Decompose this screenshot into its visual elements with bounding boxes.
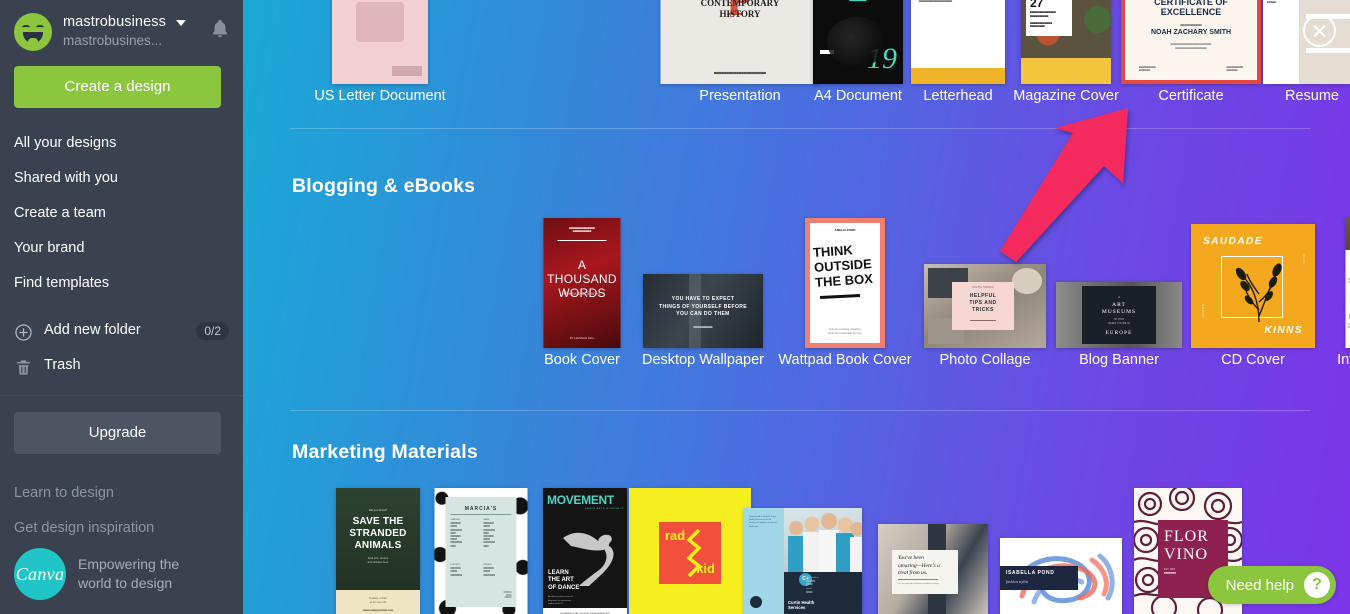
thumb-text: You've been bbox=[898, 555, 924, 561]
template-label: Blog Banner bbox=[1079, 352, 1159, 368]
plus-circle-icon bbox=[14, 321, 33, 341]
template-thumbnail[interactable]: AMELIA POND THINK OUTSIDE THE BOX A book… bbox=[805, 218, 885, 348]
thumb-text: FLOR bbox=[1164, 528, 1209, 545]
sidebar-secondary-nav: Learn to design Get design inspiration bbox=[0, 476, 243, 546]
thumb-text: VINO bbox=[1164, 546, 1208, 563]
need-help-button[interactable]: Need help ? bbox=[1207, 566, 1336, 604]
template-label: US Letter Document bbox=[314, 88, 446, 104]
sidebar-item-shared-with-you[interactable]: Shared with you bbox=[0, 161, 243, 196]
sidebar-item-all-your-designs[interactable]: All your designs bbox=[0, 126, 243, 161]
need-help-label: Need help bbox=[1225, 576, 1294, 594]
thumb-text: OF DANCE bbox=[548, 584, 580, 591]
account-row[interactable]: mastrobusiness mastrobusines... bbox=[0, 0, 243, 52]
thumb-text: TIPS AND bbox=[969, 300, 997, 306]
sidebar-nav: All your designs Shared with you Create … bbox=[0, 126, 243, 383]
canva-tagline: Empowering the world to design bbox=[78, 555, 179, 593]
thumb-text: COFFEE bbox=[1346, 227, 1350, 234]
thumb-text: ISABELLA POND bbox=[1006, 570, 1055, 576]
section-divider bbox=[290, 128, 1310, 129]
thumb-text: fashion stylist bbox=[1006, 579, 1029, 584]
question-mark-icon: ? bbox=[1304, 572, 1330, 598]
thumb-text: Curtin Health Services bbox=[788, 599, 815, 610]
thumb-text: YOU HAVE TO EXPECT bbox=[671, 296, 735, 302]
thumb-text: LEARN bbox=[548, 569, 569, 576]
thumb-text: TRICKS bbox=[972, 307, 994, 313]
canva-tagline-line1: Empowering the bbox=[78, 556, 180, 573]
thumb-text: SAUDADE bbox=[1203, 236, 1263, 247]
sidebar-item-find-templates[interactable]: Find templates bbox=[0, 266, 243, 301]
account-email: mastrobusines... bbox=[63, 33, 163, 49]
sidebar: mastrobusiness mastrobusines... Create a… bbox=[0, 0, 243, 614]
template-thumbnail[interactable]: ▄▄▄▄▄▄▄▄▄▄▄▄▄▄▄▄▄▄▄▄▄▄▄▄▄▄▄▄▄▄▄▄▄▄▄▄▄▄▄▄… bbox=[332, 0, 428, 84]
template-thumbnail[interactable]: DIGITAL TRENDS HELPFUL TIPS AND TRICKS bbox=[924, 264, 1046, 348]
sidebar-item-create-a-team[interactable]: Create a team bbox=[0, 196, 243, 231]
template-tile[interactable]: ▄▄▄▄▄▄▄▄▄▄▄▄▄▄▄▄▄▄▄▄▄▄▄▄▄▄▄▄▄▄▄▄▄▄▄▄▄▄▄▄… bbox=[290, 0, 470, 106]
sidebar-item-your-brand[interactable]: Your brand bbox=[0, 231, 243, 266]
sidebar-item-get-design-inspiration[interactable]: Get design inspiration bbox=[0, 511, 243, 546]
chevron-down-icon[interactable] bbox=[176, 19, 187, 26]
thumb-text: THE ART bbox=[548, 577, 574, 583]
template-label: Desktop Wallpaper bbox=[642, 352, 764, 368]
templates-panel: ▄▄▄▄▄▄▄▄▄▄▄▄▄▄▄▄▄▄▄▄▄▄▄▄▄▄▄▄▄▄▄▄▄▄▄▄▄▄▄▄… bbox=[243, 0, 1350, 614]
thumb-text: treat from us. bbox=[898, 570, 928, 576]
close-icon[interactable] bbox=[1303, 14, 1336, 47]
thumb-text: THINGS OF YOURSELF BEFORE bbox=[659, 303, 747, 310]
template-thumbnail[interactable]: YOU HAVE TO EXPECT THINGS OF YOURSELF BE… bbox=[643, 274, 763, 348]
sidebar-item-learn-to-design[interactable]: Learn to design bbox=[0, 476, 243, 511]
sidebar-divider bbox=[0, 395, 243, 396]
thumb-text: amazing—Here's a bbox=[898, 562, 940, 569]
sidebar-item-label: Add new folder bbox=[44, 322, 141, 338]
sidebar-item-trash[interactable]: Trash bbox=[0, 348, 243, 383]
template-label: Certificate bbox=[1158, 88, 1224, 104]
template-label: CD Cover bbox=[1221, 352, 1285, 368]
section-divider bbox=[290, 410, 1310, 411]
template-label: Wattpad Book Cover bbox=[778, 352, 912, 368]
template-label: Photo Collage bbox=[939, 352, 1031, 368]
template-tile[interactable]: COFFEE ▄▄▄▄▄▄▄▄▄▄▄▄▄▄▄▄▄▄▄▄▄▄▄▄▄ ▄▄▄▄▄▄▄… bbox=[1283, 218, 1350, 370]
account-name: mastrobusiness bbox=[63, 14, 166, 31]
section-title-blogging: Blogging & eBooks bbox=[292, 175, 476, 197]
canva-logo-text: Canva bbox=[15, 563, 65, 584]
sidebar-item-label: Trash bbox=[44, 357, 81, 373]
thumb-text: THE BOX bbox=[814, 270, 874, 290]
canva-footer: Canva Empowering the world to design bbox=[14, 548, 179, 600]
thumb-text: A THOUSAND bbox=[547, 258, 617, 286]
template-thumbnail[interactable]: COFFEE ▄▄▄▄▄▄▄▄▄▄▄▄▄▄▄▄▄▄▄▄▄▄▄▄▄ ▄▄▄▄▄▄▄… bbox=[1345, 218, 1350, 348]
template-label: Book Cover bbox=[544, 352, 620, 368]
smiley-avatar-icon bbox=[14, 12, 52, 51]
sidebar-item-add-new-folder[interactable]: Add new folder 0/2 bbox=[0, 313, 243, 348]
thumb-text: YOU CAN DO THEM bbox=[676, 311, 730, 317]
template-label: Infographic bbox=[1337, 352, 1350, 368]
canva-tagline-line2: world to design bbox=[78, 575, 173, 591]
trash-icon bbox=[14, 356, 33, 375]
canva-logo-icon: Canva bbox=[14, 548, 66, 600]
template-thumbnail[interactable]: ▄▄▄▄▄▄▄▄▄▄▄▄▄▄ ▄▄▄▄▄▄▄▄▄▄ A THOUSAND WORD… bbox=[543, 218, 621, 348]
thumb-text: HELPFUL bbox=[969, 293, 997, 299]
bell-icon[interactable] bbox=[209, 18, 231, 45]
folder-count-badge: 0/2 bbox=[196, 321, 229, 340]
template-thumbnail[interactable]: 27 ▄▄▄▄▄▄▄▄▄▄▄▄▄▄ ▄▄▄▄▄▄▄▄▄▄ ▄▄▄▄▄▄▄▄▄▄▄▄ ▄… bbox=[1021, 0, 1111, 84]
create-a-design-button[interactable]: Create a design bbox=[14, 66, 221, 108]
section-title-marketing: Marketing Materials bbox=[292, 441, 478, 463]
thumb-text: 27 bbox=[1030, 0, 1044, 10]
upgrade-button[interactable]: Upgrade bbox=[14, 412, 221, 454]
